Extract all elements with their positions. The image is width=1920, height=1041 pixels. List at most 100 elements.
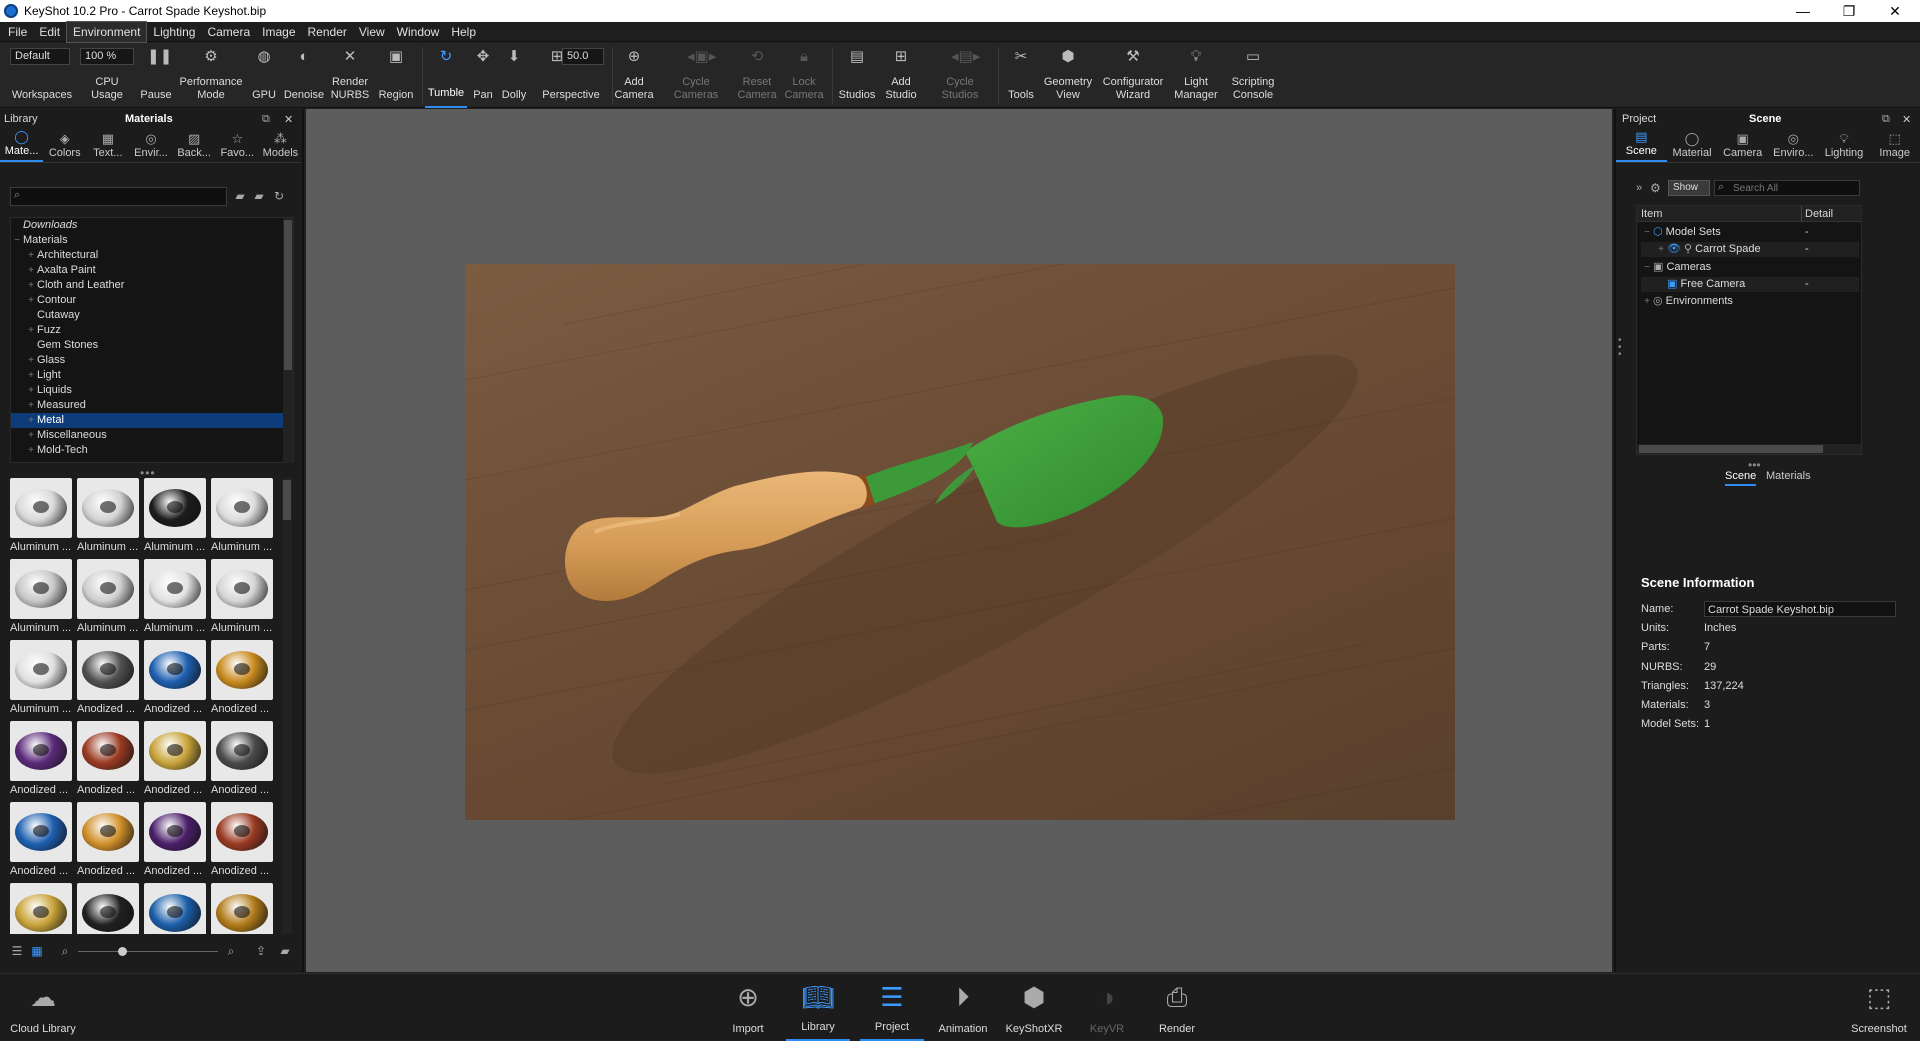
- subtab-materials[interactable]: Materials: [1766, 470, 1811, 482]
- expand-icon[interactable]: +: [25, 263, 37, 278]
- material-thumbnail[interactable]: Aluminum ...: [144, 478, 209, 558]
- collapse-icon[interactable]: −: [1641, 260, 1653, 275]
- cycle-cameras-button[interactable]: ◂▣▸ Cycle Cameras: [668, 43, 724, 108]
- close-button[interactable]: ✕: [1872, 0, 1918, 22]
- material-thumbnail[interactable]: [10, 883, 75, 934]
- reset-camera-button[interactable]: ⟲ Reset Camera: [736, 43, 778, 108]
- tree-row-environments[interactable]: + ◎ Environments: [1641, 294, 1859, 309]
- material-thumbnail[interactable]: Anodized ...: [211, 721, 276, 801]
- expand-icon[interactable]: +: [25, 383, 37, 398]
- material-thumbnail[interactable]: Anodized ...: [10, 802, 75, 882]
- folder-row[interactable]: + Glass: [11, 353, 283, 368]
- tools-button[interactable]: ✂ Tools: [1004, 43, 1038, 108]
- scene-tools-icon[interactable]: ⚙: [1650, 181, 1661, 195]
- hscroll-thumb[interactable]: [1639, 445, 1823, 453]
- expand-icon[interactable]: +: [25, 398, 37, 413]
- folder-row[interactable]: + Fuzz: [11, 323, 283, 338]
- tab-favorites[interactable]: ☆ Favo...: [216, 129, 259, 162]
- expand-icon[interactable]: +: [25, 293, 37, 308]
- keyvr-button[interactable]: ◑ KeyVR: [1080, 974, 1134, 1041]
- menu-window[interactable]: Window: [391, 22, 446, 42]
- scripting-console-button[interactable]: ▭ Scripting Console: [1226, 43, 1280, 108]
- tree-row-model-sets[interactable]: − ⬡ Model Sets -: [1641, 225, 1859, 240]
- performance-mode-button[interactable]: ⚙ Performance Mode: [178, 43, 244, 108]
- menu-render[interactable]: Render: [302, 22, 353, 42]
- expand-icon[interactable]: +: [25, 353, 37, 368]
- expand-icon[interactable]: +: [25, 428, 37, 443]
- side-splitter-handle[interactable]: • • •: [1618, 336, 1622, 360]
- material-thumbnail[interactable]: [144, 883, 209, 934]
- region-button[interactable]: ▣ Region: [376, 43, 416, 108]
- folder-row[interactable]: − Materials: [11, 233, 283, 248]
- undock-icon[interactable]: ⧉: [262, 113, 270, 126]
- tab-image[interactable]: ⬚ Image: [1869, 129, 1920, 162]
- workspaces-button[interactable]: Workspaces: [8, 43, 76, 108]
- material-thumbnail[interactable]: Aluminum ...: [10, 478, 75, 558]
- project-button[interactable]: ☰ Project: [860, 974, 924, 1041]
- folder-row[interactable]: Cutaway: [11, 308, 283, 323]
- menu-environment[interactable]: Environment: [66, 20, 148, 43]
- folder-row[interactable]: + Axalta Paint: [11, 263, 283, 278]
- tab-models[interactable]: ⁂ Models: [259, 129, 302, 162]
- tab-environment[interactable]: ◎ Enviro...: [1768, 129, 1819, 162]
- import-button[interactable]: ⊕ Import: [720, 974, 776, 1041]
- folder-row[interactable]: Downloads: [11, 218, 283, 233]
- upload-icon[interactable]: ⇪: [254, 944, 268, 958]
- material-thumbnail[interactable]: Anodized ...: [144, 721, 209, 801]
- tree-row-carrot-spade[interactable]: + 👁︎ ⚲ Carrot Spade -: [1641, 242, 1859, 257]
- expand-icon[interactable]: +: [1655, 242, 1667, 257]
- undock-icon[interactable]: ⧉: [1882, 113, 1890, 126]
- cloud-library-button[interactable]: ☁ Cloud Library: [10, 974, 76, 1041]
- folder-row[interactable]: + Mold-Tech: [11, 443, 283, 458]
- item-column-header[interactable]: Item: [1641, 208, 1662, 220]
- material-thumbnail[interactable]: Anodized ...: [144, 640, 209, 720]
- material-thumbnail[interactable]: Anodized ...: [77, 802, 142, 882]
- tree-row-free-camera[interactable]: ▣ Free Camera -: [1641, 277, 1859, 292]
- folder-row[interactable]: + Liquids: [11, 383, 283, 398]
- refresh-icon[interactable]: ↻: [272, 189, 286, 203]
- tree-hscrollbar[interactable]: [1637, 444, 1861, 454]
- tab-material[interactable]: ◯ Material: [1667, 129, 1718, 162]
- menu-camera[interactable]: Camera: [201, 22, 256, 42]
- material-thumbnail[interactable]: Anodized ...: [77, 640, 142, 720]
- lock-camera-button[interactable]: 🔒︎ Lock Camera: [784, 43, 824, 108]
- minimize-button[interactable]: —: [1780, 0, 1826, 22]
- expand-icon[interactable]: +: [25, 368, 37, 383]
- collapse-icon[interactable]: −: [1641, 225, 1653, 240]
- folder-row[interactable]: + Architectural: [11, 248, 283, 263]
- expand-icon[interactable]: +: [25, 323, 37, 338]
- tab-camera[interactable]: ▣ Camera: [1717, 129, 1768, 162]
- cycle-studios-button[interactable]: ◂▤▸ Cycle Studios: [932, 43, 988, 108]
- folder-row[interactable]: + Contour: [11, 293, 283, 308]
- tab-backplates[interactable]: ▨ Back...: [173, 129, 216, 162]
- configurator-wizard-button[interactable]: ⚒ Configurator Wizard: [1098, 43, 1168, 108]
- tab-materials[interactable]: ◯ Mate...: [0, 129, 44, 162]
- thumbs-scrollbar[interactable]: [282, 478, 292, 934]
- tree-scrollbar[interactable]: [283, 218, 293, 463]
- list-view-icon[interactable]: ☰: [10, 944, 24, 958]
- light-manager-button[interactable]: 💡︎ Light Manager: [1172, 43, 1220, 108]
- import-folder-icon[interactable]: ▰: [252, 189, 266, 203]
- material-thumbnail[interactable]: Anodized ...: [211, 802, 276, 882]
- folder-row[interactable]: Gem Stones: [11, 338, 283, 353]
- material-thumbnail[interactable]: [77, 883, 142, 934]
- add-studio-button[interactable]: ⊞ Add Studio: [882, 43, 920, 108]
- add-folder-icon[interactable]: ▰: [233, 189, 247, 203]
- expand-icon[interactable]: +: [1641, 294, 1653, 309]
- render-nurbs-button[interactable]: ✕ Render NURBS: [330, 43, 370, 108]
- restore-button[interactable]: ❐: [1826, 0, 1872, 22]
- expand-all-icon[interactable]: »: [1636, 182, 1642, 194]
- geometry-view-button[interactable]: ⬢ Geometry View: [1042, 43, 1094, 108]
- material-thumbnail[interactable]: Aluminum ...: [211, 559, 276, 639]
- folder-icon[interactable]: ▰: [278, 944, 292, 958]
- gpu-button[interactable]: ◍ GPU: [250, 43, 278, 108]
- keyshotxr-button[interactable]: ⬢ KeyShotXR: [1000, 974, 1068, 1041]
- grid-view-icon[interactable]: ▦: [30, 944, 44, 958]
- tree-scroll-thumb[interactable]: [284, 220, 292, 370]
- menu-lighting[interactable]: Lighting: [147, 22, 201, 42]
- tree-row-cameras[interactable]: − ▣ Cameras: [1641, 260, 1859, 275]
- material-thumbnail[interactable]: Anodized ...: [10, 721, 75, 801]
- menu-help[interactable]: Help: [445, 22, 482, 42]
- library-search-input[interactable]: ⌕: [10, 187, 227, 206]
- detail-column-header[interactable]: Detail: [1805, 208, 1833, 220]
